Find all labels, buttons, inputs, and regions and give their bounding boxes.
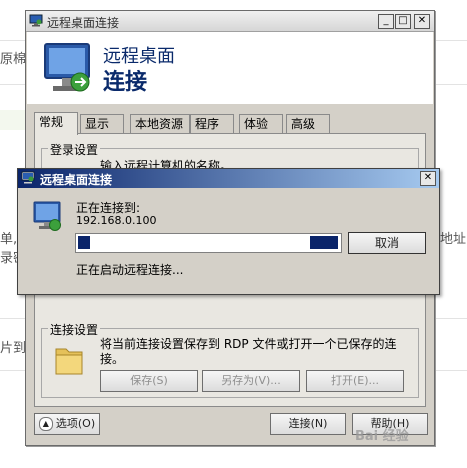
remote-desktop-icon bbox=[29, 14, 43, 27]
dialog-titlebar[interactable]: 远程桌面连接 ✕ bbox=[18, 169, 439, 188]
progress-block-right bbox=[310, 236, 338, 249]
heading-connect: 连接 bbox=[103, 70, 148, 95]
tab-programs[interactable]: 程序 bbox=[190, 114, 234, 134]
connection-status: 正在启动远程连接... bbox=[76, 263, 184, 277]
connection-settings-group: 连接设置 将当前连接设置保存到 RDP 文件或打开一个已保存的连 接。 保存(S… bbox=[41, 321, 419, 398]
tab-experience[interactable]: 体验 bbox=[239, 114, 283, 134]
connecting-dialog: 远程桌面连接 ✕ 正在连接到: 192.168.0.100 取消 正在启动远程连… bbox=[17, 168, 440, 295]
main-window-title: 远程桌面连接 bbox=[47, 16, 120, 30]
options-label: 选项(O) bbox=[55, 417, 96, 430]
header-banner: 远程桌面 连接 bbox=[27, 32, 433, 104]
tab-display[interactable]: 显示 bbox=[80, 114, 124, 134]
connection-settings-text-1: 将当前连接设置保存到 RDP 文件或打开一个已保存的连 bbox=[100, 337, 397, 351]
tab-general[interactable]: 常规 bbox=[34, 112, 78, 135]
tab-local-resources[interactable]: 本地资源 bbox=[130, 114, 190, 134]
bg-text-left1: 单, bbox=[0, 232, 18, 247]
tab-advanced[interactable]: 高级 bbox=[286, 114, 330, 134]
remote-desktop-icon bbox=[21, 171, 35, 184]
cancel-button[interactable]: 取消 bbox=[348, 232, 426, 254]
progress-block-left bbox=[78, 236, 90, 249]
maximize-button[interactable]: □ bbox=[395, 14, 411, 29]
minimize-button[interactable]: _ bbox=[378, 14, 394, 29]
save-button[interactable]: 保存(S) bbox=[100, 370, 198, 392]
save-as-button[interactable]: 另存为(V)... bbox=[202, 370, 300, 392]
collapse-arrow-icon: ▲ bbox=[38, 417, 53, 431]
dialog-title: 远程桌面连接 bbox=[40, 173, 113, 187]
connection-progress-bar bbox=[75, 233, 342, 253]
options-button[interactable]: ▲ 选项(O) bbox=[34, 413, 100, 435]
bg-text-top: 原棉 bbox=[0, 52, 27, 67]
main-titlebar[interactable]: 远程桌面连接 _ □ ✕ bbox=[26, 11, 434, 32]
monitor-icon bbox=[33, 201, 61, 231]
login-settings-label: 登录设置 bbox=[48, 141, 101, 158]
target-address: 192.168.0.100 bbox=[76, 214, 157, 227]
open-button[interactable]: 打开(E)... bbox=[306, 370, 404, 392]
connection-settings-text-2: 接。 bbox=[100, 352, 125, 366]
bg-text-right: 地址 bbox=[440, 232, 467, 247]
folder-icon bbox=[55, 348, 83, 375]
watermark: Bai 经验 bbox=[355, 429, 409, 444]
dialog-close-button[interactable]: ✕ bbox=[420, 171, 436, 186]
connect-button[interactable]: 连接(N) bbox=[270, 413, 346, 435]
close-button[interactable]: ✕ bbox=[414, 14, 430, 29]
monitor-icon bbox=[44, 43, 90, 92]
connection-settings-label: 连接设置 bbox=[48, 321, 101, 338]
bg-text-left3: 片到 bbox=[0, 341, 27, 356]
